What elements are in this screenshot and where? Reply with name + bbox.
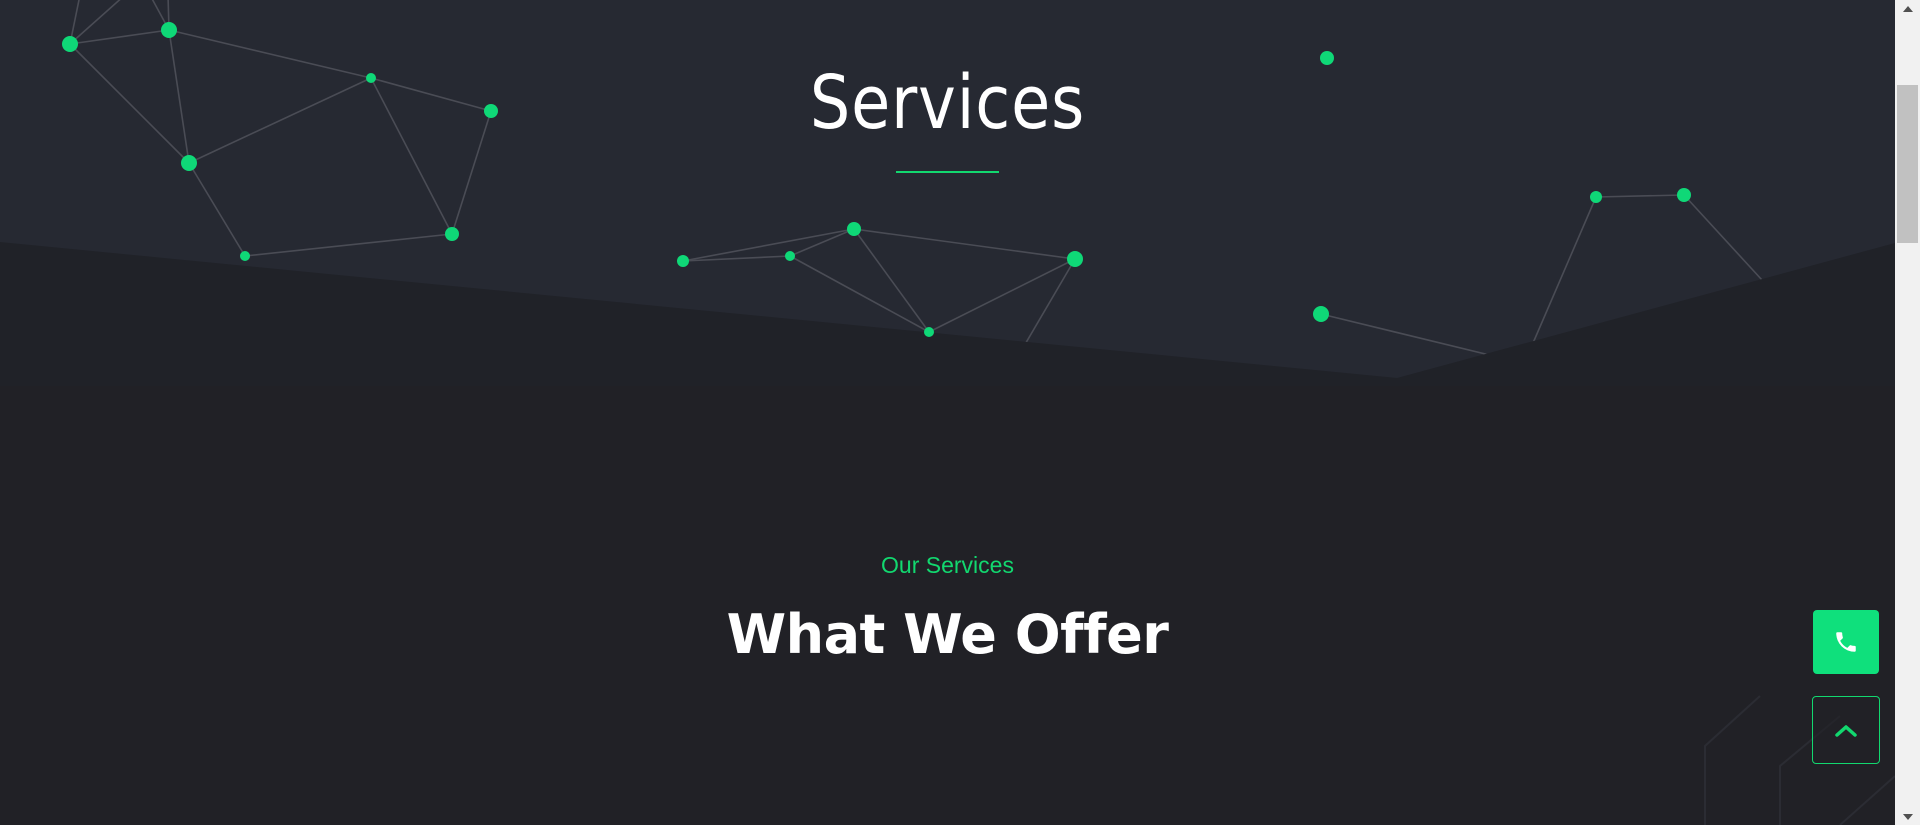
triangle-up-icon bbox=[1902, 5, 1913, 12]
scroll-to-top-button[interactable] bbox=[1812, 696, 1880, 764]
scrollbar-thumb[interactable] bbox=[1897, 85, 1918, 243]
phone-icon bbox=[1836, 632, 1856, 652]
angled-overlay bbox=[0, 242, 1895, 386]
services-section: Our Services What We Offer bbox=[0, 386, 1895, 825]
vertical-scrollbar[interactable] bbox=[1895, 0, 1920, 825]
section-eyebrow: Our Services bbox=[881, 552, 1014, 578]
chevron-up-icon bbox=[1835, 725, 1857, 737]
triangle-down-icon bbox=[1902, 813, 1913, 820]
scroll-up-arrow[interactable] bbox=[1895, 0, 1920, 17]
title-underline bbox=[896, 171, 999, 173]
call-button[interactable] bbox=[1813, 610, 1879, 674]
section-heading: What We Offer bbox=[726, 603, 1169, 666]
hero-banner: Services bbox=[0, 0, 1895, 386]
page-title: Services bbox=[809, 60, 1086, 146]
scroll-down-arrow[interactable] bbox=[1895, 808, 1920, 825]
